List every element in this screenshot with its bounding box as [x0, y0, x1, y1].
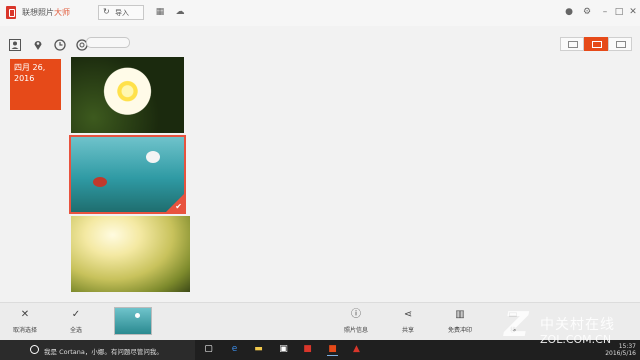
cortana-text: 我是 Cortana，小娜。有问题尽管问我。 [44, 348, 163, 356]
cortana-search-box[interactable]: 我是 Cortana，小娜。有问题尽管问我。 [0, 340, 195, 360]
location-filter-icon[interactable] [32, 36, 44, 50]
import-label: 导入 [115, 9, 129, 17]
date-line-2: 2016 [14, 74, 35, 83]
date-line-1: 四月 26, [14, 63, 46, 72]
watermark-cn: 中关村在线 [540, 317, 615, 333]
app-title: 联想照片大师 [22, 8, 70, 17]
import-button[interactable]: ↻ 导入 [98, 5, 144, 20]
search-input[interactable] [86, 37, 130, 48]
photo-flower[interactable] [71, 57, 184, 133]
watermark-en: ZOL.COM.CN [540, 333, 612, 346]
cortana-icon [30, 345, 39, 354]
photo-ladybug-selected[interactable]: ✔ [69, 135, 186, 214]
maximize-icon[interactable]: □ [613, 6, 625, 18]
store-icon[interactable]: ▣ [278, 344, 289, 355]
calendar-icon[interactable]: ▦ [154, 6, 166, 18]
photo-grass[interactable] [71, 216, 190, 292]
deselect-button[interactable]: ✕ 取消选择 [0, 308, 50, 334]
check-icon: ✓ [71, 309, 81, 320]
clock-filter-icon[interactable] [54, 36, 66, 51]
import-icon: ↻ [103, 7, 110, 16]
check-icon: ✔ [175, 202, 182, 211]
file-explorer-icon[interactable]: ▬ [253, 344, 264, 355]
title-bar: 联想照片大师 ↻ 导入 ▦ ☁ ● ⚙ – □ ✕ [0, 0, 640, 26]
date-group-tile[interactable]: 四月 26, 2016 [10, 59, 61, 110]
gift-icon: ▥ [455, 309, 465, 320]
chat-icon[interactable]: ● [563, 6, 575, 18]
settings-icon[interactable]: ⚙ [581, 6, 593, 18]
minimize-icon[interactable]: – [599, 6, 611, 18]
zol-watermark: Z 中关村在线 ZOL.COM.CN [504, 308, 640, 350]
person-filter-icon[interactable] [9, 36, 21, 51]
free-print-button[interactable]: ▥ 免费冲印 [435, 308, 485, 334]
selected-thumbnail[interactable] [114, 307, 152, 335]
close-icon[interactable]: ✕ [627, 6, 639, 18]
acrobat-icon[interactable]: ▲ [351, 344, 362, 355]
photo-master-taskbar-icon[interactable]: ■ [327, 344, 338, 356]
cloud-icon[interactable]: ☁ [174, 6, 186, 18]
clock-date: 2016/5/16 [605, 350, 636, 357]
share-button[interactable]: ⋖ 共享 [383, 308, 433, 334]
photo-info-button[interactable]: ⓘ 照片信息 [331, 308, 381, 334]
edge-icon[interactable]: e [229, 344, 240, 355]
share-icon: ⋖ [403, 309, 413, 320]
grid-view-toggle[interactable] [584, 37, 608, 51]
select-all-button[interactable]: ✓ 全选 [51, 308, 101, 334]
close-icon: ✕ [20, 309, 30, 320]
zol-logo-icon: Z [504, 305, 529, 345]
app-logo-icon [6, 6, 16, 19]
info-icon: ⓘ [351, 309, 361, 320]
photo-app-taskbar-icon[interactable]: ■ [302, 344, 313, 355]
list-view-toggle[interactable] [560, 37, 584, 51]
task-view-icon[interactable]: ▢ [203, 344, 214, 355]
folder-view-toggle[interactable] [608, 37, 632, 51]
